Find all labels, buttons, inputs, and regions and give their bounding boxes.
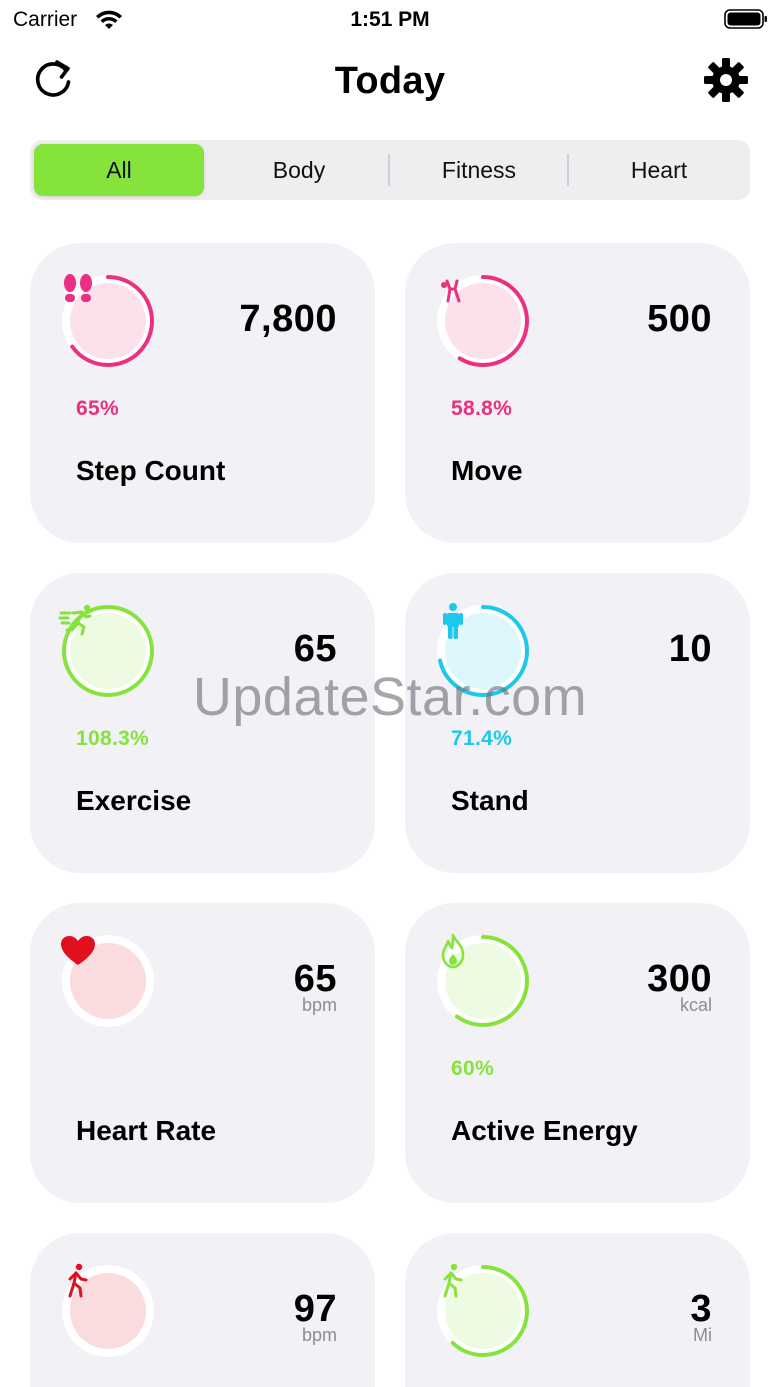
segment-all[interactable]: All	[34, 144, 204, 196]
standing-person-icon	[423, 591, 483, 651]
status-bar: Carrier 1:51 PM	[0, 0, 780, 40]
heart-icon	[48, 921, 108, 981]
status-time: 1:51 PM	[350, 8, 430, 31]
metric-value: 7,800	[239, 298, 337, 340]
settings-button[interactable]	[702, 56, 750, 104]
metric-label: Step Count	[76, 455, 226, 486]
move-figure-icon	[423, 261, 483, 321]
category-segmented-control: All Body Fitness Heart	[30, 140, 750, 200]
card-stand[interactable]: 10 71.4% Stand	[405, 573, 750, 873]
footprints-icon	[48, 261, 108, 321]
segment-body[interactable]: Body	[214, 144, 384, 196]
navigation-bar: Today	[0, 50, 780, 114]
metric-unit: bpm	[301, 995, 337, 1015]
metric-percent: 108.3%	[76, 727, 150, 750]
card-step-count[interactable]: 7,800 65% Step Count	[30, 243, 375, 543]
segment-divider	[567, 154, 569, 186]
card-active-energy[interactable]: 300 kcal 60% Active Energy	[405, 903, 750, 1203]
running-icon	[48, 591, 108, 651]
card-move[interactable]: 500 58.8% Move	[405, 243, 750, 543]
segment-divider	[388, 154, 390, 186]
metric-value: 500	[647, 298, 712, 340]
metric-label: Active Energy	[451, 1115, 638, 1146]
card-walking-distance[interactable]: 3 Mi	[405, 1233, 750, 1387]
gear-icon	[704, 58, 748, 102]
metric-unit: bpm	[301, 1325, 337, 1345]
walking-person-icon	[423, 1251, 483, 1311]
metric-label: Move	[451, 455, 523, 486]
metric-percent: 60%	[451, 1057, 494, 1080]
metric-value: 10	[668, 628, 712, 670]
card-heart-rate[interactable]: 65 bpm Heart Rate	[30, 903, 375, 1203]
card-exercise[interactable]: 65 108.3% Exercise	[30, 573, 375, 873]
metric-percent: 71.4%	[451, 727, 513, 750]
segment-heart[interactable]: Heart	[574, 144, 744, 196]
segment-fitness[interactable]: Fitness	[394, 144, 564, 196]
walking-heart-icon	[48, 1251, 108, 1311]
metric-value: 65	[293, 628, 337, 670]
metric-label: Stand	[451, 785, 529, 816]
card-walking-heart-rate[interactable]: 97 bpm	[30, 1233, 375, 1387]
metric-label: Heart Rate	[76, 1115, 217, 1146]
flame-icon	[423, 921, 483, 981]
metric-percent: 58.8%	[451, 397, 513, 420]
metric-label: Exercise	[76, 785, 192, 816]
metric-unit: kcal	[679, 995, 712, 1015]
metric-percent: 65%	[76, 397, 119, 420]
battery-icon	[724, 9, 767, 29]
page-title: Today	[334, 60, 446, 102]
metric-unit: Mi	[693, 1325, 712, 1345]
